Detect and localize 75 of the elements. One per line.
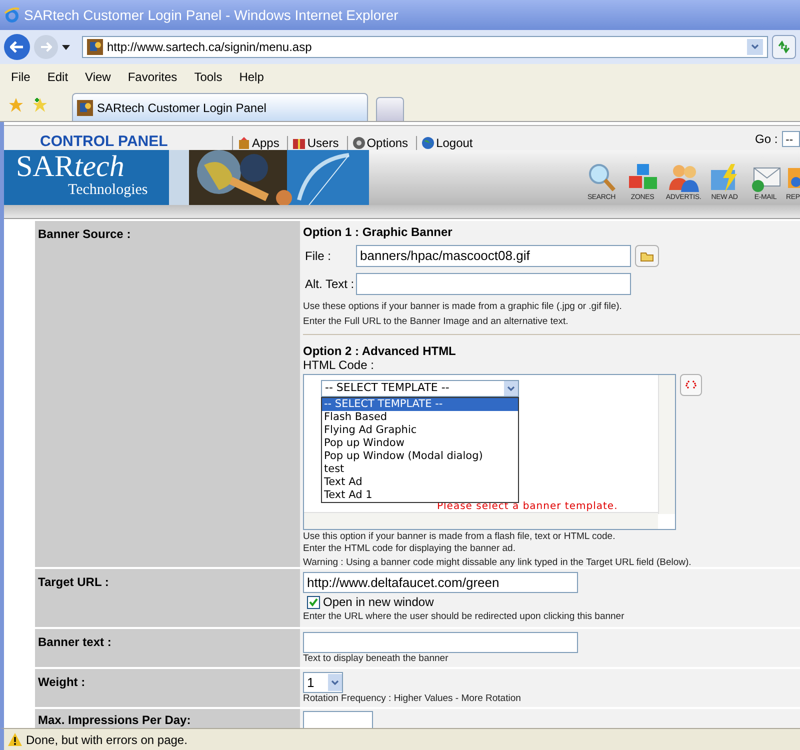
dropdown-option[interactable]: Pop up Window [322, 437, 518, 450]
menu-item[interactable]: Tools [194, 68, 222, 86]
refresh-icon [777, 40, 791, 54]
dropdown-option[interactable]: Text Ad [322, 476, 518, 489]
help-text: Enter the HTML code for displaying the banner ad. [303, 543, 516, 555]
control-panel-heading: CONTROL PANEL [40, 134, 169, 150]
new-tab-button[interactable] [376, 97, 404, 121]
help-text: Use this option if your banner is made from a flash file, text or HTML code. [303, 531, 616, 543]
field-label: HTML Code : [303, 358, 375, 372]
field-label: Banner text : [38, 634, 112, 651]
field-label: Max. Impressions Per Day: [38, 712, 192, 728]
dropdown-option[interactable]: -- SELECT TEMPLATE -- [322, 398, 518, 411]
menu-item[interactable]: Favorites [128, 68, 178, 86]
horizontal-scrollbar[interactable] [304, 512, 658, 529]
site-favicon-icon [87, 39, 103, 55]
menu-item[interactable]: Edit [47, 68, 68, 86]
gift-icon [292, 136, 306, 150]
address-field[interactable]: http://www.sartech.ca/signin/menu.asp [82, 36, 768, 58]
gear-icon [352, 136, 366, 150]
go-select[interactable]: -- [782, 131, 800, 147]
dropdown-option[interactable]: Flying Ad Graphic [322, 424, 518, 437]
option-title: Option 1 : Graphic Banner [303, 224, 454, 241]
url-text: http://www.sartech.ca/signin/menu.asp [107, 39, 313, 56]
field-label: Weight : [38, 674, 86, 691]
dropdown-option[interactable]: Text Ad 1 [322, 489, 518, 502]
option-title: Option 2 : Advanced HTML [303, 344, 457, 358]
insert-code-button[interactable] [680, 374, 702, 396]
weight-select[interactable]: 1 [303, 672, 343, 693]
checkbox-label: Open in new window [323, 595, 434, 609]
folder-icon [640, 250, 654, 262]
banner-text-input[interactable] [303, 632, 578, 653]
browse-button[interactable] [635, 245, 659, 267]
max-impressions-input[interactable] [303, 711, 373, 728]
code-icon [685, 379, 697, 391]
field-label: Target URL : [38, 574, 110, 591]
dropdown-option[interactable]: Flash Based [322, 411, 518, 424]
window-title: SARtech Customer Login Panel - Windows Internet Explorer [24, 6, 398, 25]
help-text: Enter the Full URL to the Banner Image and an alternative text. [303, 315, 570, 329]
status-text: Done, but with errors on page. [26, 732, 188, 748]
go-label: Go : [754, 131, 778, 148]
people-icon [668, 162, 700, 194]
refresh-button[interactable] [772, 35, 796, 59]
history-dropdown-icon[interactable] [62, 44, 70, 50]
site-favicon-icon [77, 100, 93, 116]
menu-item[interactable]: Help [239, 68, 264, 86]
dropdown-option[interactable]: test [322, 463, 518, 476]
box-icon [237, 136, 251, 150]
vertical-scrollbar[interactable] [658, 375, 675, 514]
target-url-input[interactable]: http://www.deltafaucet.com/green [303, 572, 578, 593]
new-window-checkbox[interactable] [307, 596, 320, 608]
help-text: Rotation Frequency : Higher Values - More Rotation [303, 693, 522, 705]
forward-arrow-icon [40, 42, 52, 52]
field-label: File : [304, 248, 332, 265]
favorites-star-icon[interactable] [8, 97, 24, 113]
logo-text: SARtech [16, 152, 126, 182]
field-label: Alt. Text : [304, 276, 356, 293]
globe-icon [421, 136, 436, 150]
warning-text: Warning : Using a banner code might dissable any link typed in the Target URL field (Below). [303, 556, 692, 570]
add-favorite-icon[interactable] [32, 97, 48, 113]
logo-subtitle: Technologies [67, 182, 149, 198]
field-label: Banner Source : [38, 226, 132, 243]
help-text: Enter the URL where the user should be redirected upon clicking this banner [303, 610, 626, 624]
menu-item[interactable]: File [11, 68, 30, 86]
browser-logo-icon [4, 7, 20, 23]
help-text: Use these options if your banner is made from a graphic file (.jpg or .gif file). [303, 300, 623, 314]
menu-item[interactable]: View [85, 68, 111, 86]
template-select[interactable]: -- SELECT TEMPLATE -- [321, 380, 519, 397]
back-arrow-icon [10, 41, 24, 53]
file-input[interactable]: banners/hpac/mascooct08.gif [356, 245, 631, 267]
back-button[interactable] [4, 34, 30, 60]
browser-tab[interactable]: SARtech Customer Login Panel [72, 93, 368, 121]
warning-icon [8, 733, 22, 746]
alt-text-input[interactable] [356, 273, 631, 295]
dropdown-option[interactable]: Pop up Window (Modal dialog) [322, 450, 518, 463]
help-text: Text to display beneath the banner [303, 653, 450, 665]
